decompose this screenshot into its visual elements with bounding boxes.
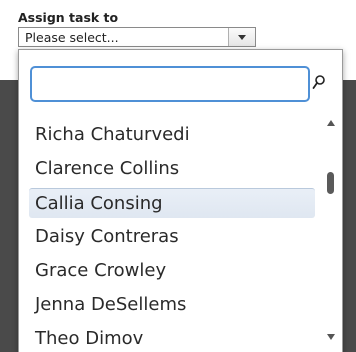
list-item[interactable]: Theo Dimov bbox=[29, 324, 315, 352]
search-icon[interactable] bbox=[312, 74, 326, 92]
list-item[interactable]: Grace Crowley bbox=[29, 256, 315, 286]
assign-task-label: Assign task to bbox=[18, 10, 119, 25]
scroll-down-arrow-icon[interactable] bbox=[327, 334, 335, 340]
list-item[interactable]: Jenna DeSellems bbox=[29, 290, 315, 320]
list-scrollbar[interactable] bbox=[320, 112, 342, 352]
assign-task-widget: Assign task to Please select... Richa Ch… bbox=[0, 0, 356, 352]
assignee-select[interactable]: Please select... bbox=[18, 27, 256, 47]
list-item[interactable]: Daisy Contreras bbox=[29, 222, 315, 252]
assignee-search-input[interactable] bbox=[30, 66, 310, 102]
chevron-down-icon[interactable] bbox=[228, 28, 255, 46]
list-item[interactable]: Callia Consing bbox=[29, 188, 315, 218]
assignee-list: Richa Chaturvedi Clarence Collins Callia C… bbox=[19, 116, 329, 352]
list-item[interactable]: Clarence Collins bbox=[29, 154, 315, 184]
scroll-up-arrow-icon[interactable] bbox=[327, 120, 335, 126]
scroll-thumb[interactable] bbox=[327, 172, 334, 194]
assignee-dropdown: Richa Chaturvedi Clarence Collins Callia C… bbox=[18, 49, 343, 352]
select-current-value: Please select... bbox=[25, 30, 119, 45]
list-item[interactable]: Richa Chaturvedi bbox=[29, 120, 315, 150]
